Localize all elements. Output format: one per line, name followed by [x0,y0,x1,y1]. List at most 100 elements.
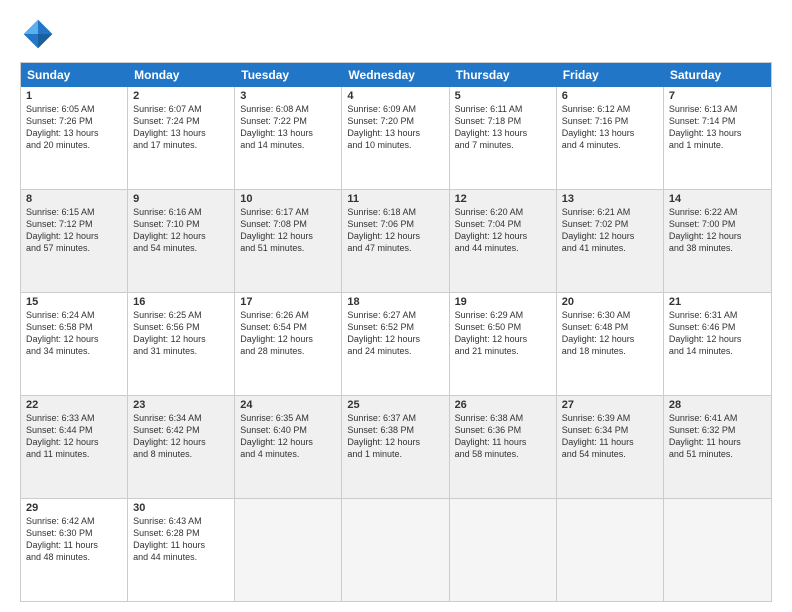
cell-line: Sunrise: 6:33 AM [26,413,95,423]
cell-line: Sunset: 6:32 PM [669,425,736,435]
cal-cell: 17Sunrise: 6:26 AMSunset: 6:54 PMDayligh… [235,293,342,395]
day-number: 22 [26,399,122,411]
cell-line: Sunset: 6:54 PM [240,322,307,332]
cal-cell: 6Sunrise: 6:12 AMSunset: 7:16 PMDaylight… [557,87,664,189]
cell-line: Sunrise: 6:12 AM [562,104,631,114]
cal-cell: 16Sunrise: 6:25 AMSunset: 6:56 PMDayligh… [128,293,235,395]
cal-cell: 10Sunrise: 6:17 AMSunset: 7:08 PMDayligh… [235,190,342,292]
cell-line: Sunset: 7:14 PM [669,116,736,126]
cell-line: Sunset: 6:38 PM [347,425,414,435]
cell-line: Daylight: 12 hours [562,231,635,241]
header-day-thursday: Thursday [450,63,557,87]
cell-line: Sunset: 7:02 PM [562,219,629,229]
cell-line: and 21 minutes. [455,346,519,356]
cell-line: and 10 minutes. [347,140,411,150]
header [20,16,772,52]
cell-line: Sunrise: 6:07 AM [133,104,202,114]
cell-line: Sunset: 7:12 PM [26,219,93,229]
cell-line: Sunset: 6:50 PM [455,322,522,332]
cell-line: and 31 minutes. [133,346,197,356]
cal-cell [664,499,771,601]
cal-cell: 5Sunrise: 6:11 AMSunset: 7:18 PMDaylight… [450,87,557,189]
cell-info: Sunrise: 6:30 AMSunset: 6:48 PMDaylight:… [562,309,658,358]
cell-info: Sunrise: 6:17 AMSunset: 7:08 PMDaylight:… [240,206,336,255]
cell-line: Sunrise: 6:20 AM [455,207,524,217]
cell-line: Daylight: 11 hours [455,437,527,447]
cell-line: Daylight: 12 hours [669,334,742,344]
week-row-3: 15 Sunrise: 6:24 AM Sunset: 6:58 PM Dayligh… [21,292,771,395]
cell-line: Sunset: 6:58 PM [26,322,93,332]
cell-line: and 14 minutes. [240,140,304,150]
cell-info: Sunrise: 6:08 AMSunset: 7:22 PMDaylight:… [240,103,336,152]
cell-line: and 24 minutes. [347,346,411,356]
day-number: 4 [347,90,443,102]
cell-info: Sunrise: 6:37 AM Sunset: 6:38 PM Daylight:… [347,412,443,461]
cell-line: Sunrise: 6:31 AM [669,310,738,320]
cell-line: Sunrise: 6:08 AM [240,104,309,114]
cal-cell: 7Sunrise: 6:13 AMSunset: 7:14 PMDaylight… [664,87,771,189]
cal-cell: 18Sunrise: 6:27 AMSunset: 6:52 PMDayligh… [342,293,449,395]
day-number: 8 [26,193,122,205]
day-number: 29 [26,502,122,514]
cell-line: Daylight: 12 hours [26,334,99,344]
cell-line: Sunrise: 6:43 AM [133,516,202,526]
cell-line: Sunset: 6:46 PM [669,322,736,332]
day-number: 21 [669,296,766,308]
cell-line: Sunrise: 6:17 AM [240,207,309,217]
cell-line: Sunrise: 6:24 AM [26,310,95,320]
cell-line: Sunrise: 6:37 AM [347,413,416,423]
cell-line: Sunrise: 6:18 AM [347,207,416,217]
cell-info: Sunrise: 6:07 AMSunset: 7:24 PMDaylight:… [133,103,229,152]
cell-line: Daylight: 12 hours [133,437,206,447]
cal-cell: 12Sunrise: 6:20 AMSunset: 7:04 PMDayligh… [450,190,557,292]
cell-line: and 44 minutes. [133,552,197,562]
cell-line: and 54 minutes. [562,449,626,459]
cell-line: Sunrise: 6:26 AM [240,310,309,320]
day-number: 10 [240,193,336,205]
cell-line: Sunrise: 6:21 AM [562,207,631,217]
day-number: 15 [26,296,122,308]
day-number: 20 [562,296,658,308]
cell-line: and 8 minutes. [133,449,192,459]
cell-line: Daylight: 12 hours [669,231,742,241]
cell-line: Sunset: 6:34 PM [562,425,629,435]
cell-line: and 51 minutes. [669,449,733,459]
calendar: SundayMondayTuesdayWednesdayThursdayFrid… [20,62,772,602]
cell-line: and 44 minutes. [455,243,519,253]
week-row-5: 29Sunrise: 6:42 AMSunset: 6:30 PMDayligh… [21,498,771,601]
cell-line: and 41 minutes. [562,243,626,253]
cell-line: Daylight: 12 hours [562,334,635,344]
cell-line: Sunrise: 6:39 AM [562,413,631,423]
cell-line: Sunrise: 6:22 AM [669,207,738,217]
cell-line: and 14 minutes. [669,346,733,356]
cell-info: Sunrise: 6:21 AM Sunset: 7:02 PM Daylight:… [562,206,658,255]
cell-info: Sunrise: 6:25 AMSunset: 6:56 PMDaylight:… [133,309,229,358]
cal-cell: 1Sunrise: 6:05 AMSunset: 7:26 PMDaylight… [21,87,128,189]
calendar-body: 1Sunrise: 6:05 AMSunset: 7:26 PMDaylight… [21,87,771,601]
cell-line: Daylight: 12 hours [347,437,420,447]
cell-line: Sunset: 7:24 PM [133,116,200,126]
cell-line: Daylight: 11 hours [133,540,205,550]
cell-line: Daylight: 13 hours [669,128,742,138]
cell-line: Sunset: 6:52 PM [347,322,414,332]
cell-info: Sunrise: 6:35 AMSunset: 6:40 PMDaylight:… [240,412,336,461]
cell-line: Sunset: 6:56 PM [133,322,200,332]
cell-line: and 28 minutes. [240,346,304,356]
cell-line: Sunset: 6:42 PM [133,425,200,435]
cell-line: Daylight: 12 hours [133,231,206,241]
cell-line: Daylight: 12 hours [240,437,313,447]
cell-line: Sunset: 7:22 PM [240,116,307,126]
cell-line: and 51 minutes. [240,243,304,253]
header-day-wednesday: Wednesday [342,63,449,87]
cell-line: and 1 minute. [347,449,402,459]
cal-cell: 8Sunrise: 6:15 AMSunset: 7:12 PMDaylight… [21,190,128,292]
cal-cell: 30Sunrise: 6:43 AMSunset: 6:28 PMDayligh… [128,499,235,601]
cell-line: and 18 minutes. [562,346,626,356]
cell-line: Daylight: 12 hours [347,334,420,344]
cell-info: Sunrise: 6:39 AMSunset: 6:34 PMDaylight:… [562,412,658,461]
cell-line: and 57 minutes. [26,243,90,253]
cell-line: Sunrise: 6:27 AM [347,310,416,320]
cell-info: Sunrise: 6:33 AMSunset: 6:44 PMDaylight:… [26,412,122,461]
cell-line: Sunset: 7:18 PM [455,116,522,126]
cell-info: Sunrise: 6:20 AMSunset: 7:04 PMDaylight:… [455,206,551,255]
